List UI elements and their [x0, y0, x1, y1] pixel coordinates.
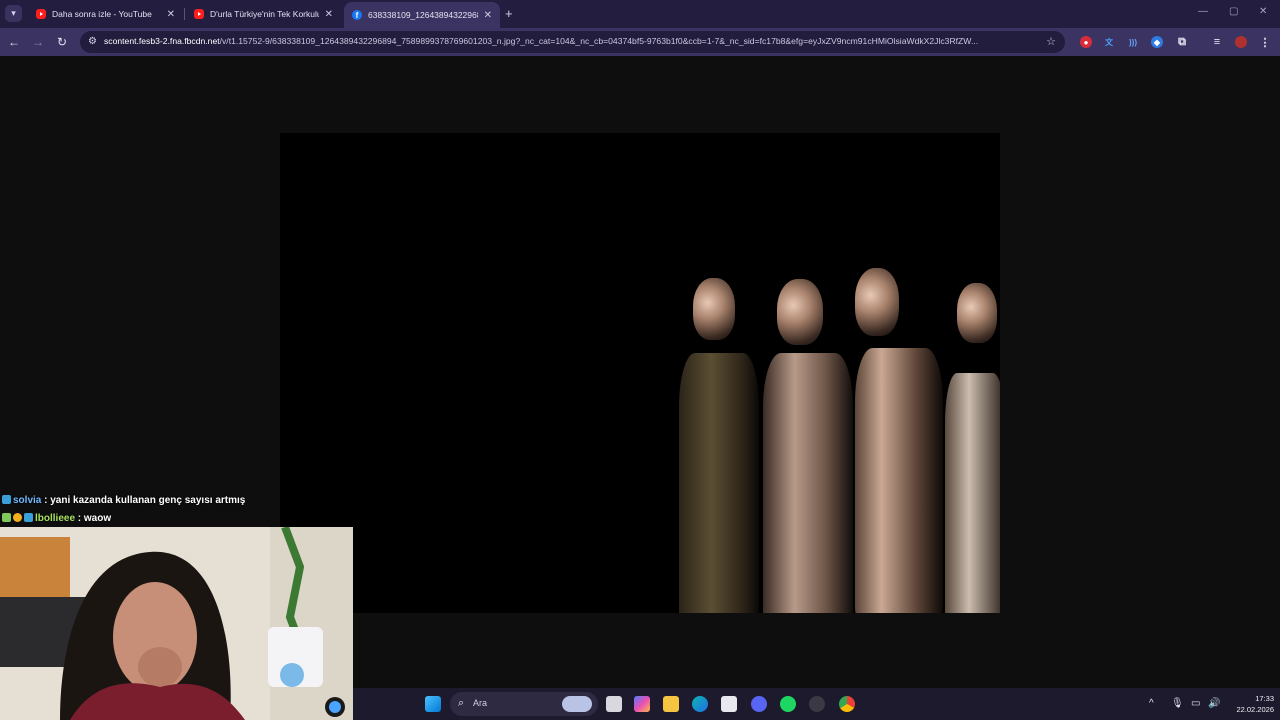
chat-text: : waow	[77, 513, 112, 524]
facebook-icon: f	[352, 10, 362, 20]
chat-badge-icon	[13, 513, 22, 522]
taskbar-search[interactable]: ⌕ Ara	[450, 692, 598, 716]
tab-search-button[interactable]: ▾	[5, 5, 22, 22]
chrome-icon[interactable]	[839, 696, 855, 712]
chat-message: solvia : yani kazanda kullanan genç sayı…	[2, 495, 245, 506]
chat-username: lbollieee	[35, 513, 76, 524]
webcam-overlay	[0, 527, 353, 720]
address-bar[interactable]: ⚙ scontent.fesb3-2.fna.fbcdn.net/v/t1.15…	[80, 31, 1065, 53]
search-highlight-icon	[562, 696, 592, 712]
figure-4	[945, 283, 1000, 613]
bookmark-star-icon[interactable]: ☆	[1046, 35, 1056, 48]
discord-icon[interactable]	[751, 696, 767, 712]
translate-extension-icon[interactable]: 文	[1103, 36, 1115, 48]
file-explorer-icon[interactable]	[663, 696, 679, 712]
chat-text: : yani kazanda kullanan genç sayısı artm…	[44, 495, 246, 506]
close-tab-icon[interactable]: ✕	[167, 9, 175, 20]
tab-youtube-video[interactable]: D'urla Türkiye'nin Tek Korkuluk ✕	[186, 2, 341, 26]
new-tab-icon[interactable]: +	[505, 6, 513, 21]
chat-username: solvia	[13, 495, 42, 506]
store-icon[interactable]	[721, 696, 737, 712]
youtube-icon	[36, 9, 46, 19]
forward-icon[interactable]: →	[32, 35, 44, 49]
search-icon: ⌕	[458, 697, 465, 709]
network-icon[interactable]: ▭	[1191, 698, 1200, 709]
taskbar-clock[interactable]: 17:33 22.02.2026	[1236, 693, 1274, 715]
maximize-icon[interactable]: ▢	[1229, 6, 1238, 17]
tab-facebook-image[interactable]: f 638338109_1264389432296894 ✕	[344, 2, 500, 28]
copilot-icon[interactable]	[634, 696, 650, 712]
task-view-icon[interactable]	[606, 696, 622, 712]
start-icon[interactable]	[425, 696, 441, 712]
chat-badge-icon	[2, 495, 11, 504]
windows-taskbar: ⌕ Ara ^ 🎙 ▭ 🔊 17:33 22.02.2026	[353, 688, 1280, 720]
profile-avatar[interactable]	[1235, 36, 1247, 48]
tab-strip: ▾ Daha sonra izle - YouTube ✕ D'urla Tür…	[0, 0, 1280, 28]
chat-badge-icon	[2, 513, 11, 522]
chat-message: lbollieee : waow	[2, 513, 111, 524]
close-tab-icon[interactable]: ✕	[484, 10, 492, 21]
site-info-icon[interactable]: ⚙	[88, 36, 97, 47]
search-placeholder: Ara	[473, 698, 488, 708]
tab-divider	[184, 8, 185, 20]
tab-youtube-watch-later[interactable]: Daha sonra izle - YouTube ✕	[28, 2, 183, 26]
volume-icon[interactable]: 🔊	[1208, 698, 1220, 709]
audio-extension-icon[interactable]: )))	[1127, 36, 1139, 48]
obs-icon[interactable]	[809, 696, 825, 712]
tab-title: D'urla Türkiye'nin Tek Korkuluk	[210, 9, 319, 19]
close-tab-icon[interactable]: ✕	[325, 9, 333, 20]
spotify-icon[interactable]	[780, 696, 796, 712]
clock-time: 17:33	[1255, 694, 1274, 703]
edge-icon[interactable]	[692, 696, 708, 712]
chat-badge-icon	[24, 513, 33, 522]
extensions-puzzle-icon[interactable]: ⧉	[1176, 36, 1188, 48]
tray-chevron-icon[interactable]: ^	[1149, 698, 1154, 709]
tab-title: 638338109_1264389432296894	[368, 10, 478, 20]
clock-date: 22.02.2026	[1236, 705, 1274, 714]
back-icon[interactable]: ←	[8, 35, 20, 49]
viewed-photo[interactable]	[280, 133, 1000, 613]
figure-2	[755, 273, 865, 613]
url-text[interactable]: scontent.fesb3-2.fna.fbcdn.net/v/t1.1575…	[104, 36, 1029, 46]
media-control-icon[interactable]: ≡	[1211, 36, 1223, 48]
vpn-extension-icon[interactable]: ◆	[1151, 36, 1163, 48]
browser-toolbar: ← → ↻ ⚙ scontent.fesb3-2.fna.fbcdn.net/v…	[0, 28, 1280, 56]
webcam-feed	[0, 527, 353, 720]
extension-red-icon[interactable]: ●	[1080, 36, 1092, 48]
tab-title: Daha sonra izle - YouTube	[52, 9, 152, 19]
minimize-icon[interactable]: —	[1198, 6, 1208, 17]
menu-more-icon[interactable]: ⋮	[1259, 36, 1271, 49]
reload-icon[interactable]: ↻	[57, 35, 67, 49]
close-window-icon[interactable]: ✕	[1259, 6, 1267, 17]
youtube-icon	[194, 9, 204, 19]
microphone-icon[interactable]: 🎙	[1171, 698, 1184, 709]
